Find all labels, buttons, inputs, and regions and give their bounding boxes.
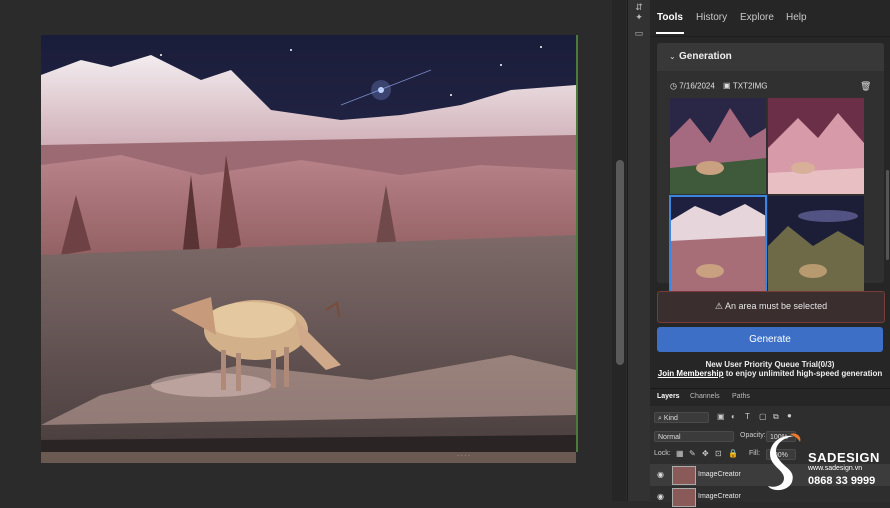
generation-title: Generation — [679, 51, 732, 62]
canvas-marker-text: · · · · — [457, 453, 470, 459]
kind-filter-value: Kind — [663, 415, 678, 422]
lock-label: Lock: — [654, 450, 671, 457]
generation-meta: ◷ 7/16/2024 ▣ TXT2IMG — [670, 81, 768, 90]
adjustment-filter-icon[interactable]: ◐ — [731, 412, 736, 421]
shape-filter-icon[interactable]: ▢ — [759, 412, 767, 421]
generation-section: ⌄ Generation ◷ 7/16/2024 ▣ TXT2IMG 🗑 — [657, 43, 884, 293]
chat-icon[interactable]: ▭ — [634, 28, 644, 38]
calendar-clock-icon: ◷ — [670, 81, 677, 91]
eye-icon[interactable]: ◉ — [657, 470, 664, 479]
panel-scrollbar[interactable] — [886, 170, 889, 260]
result-thumbnail-1[interactable] — [670, 98, 766, 194]
join-membership-link[interactable]: Join Membership — [658, 369, 724, 378]
layer-name: ImageCreator — [698, 471, 741, 478]
tab-tools[interactable]: Tools — [657, 12, 683, 23]
generation-header[interactable]: ⌄ Generation — [657, 43, 884, 71]
panel-tabs: Tools History Explore Help — [650, 0, 890, 37]
sparkle-icon[interactable]: ✦ — [634, 12, 644, 22]
canvas-bottom-bar: · · · · — [41, 452, 576, 463]
generate-button[interactable]: Generate — [657, 327, 883, 352]
selection-alert: ⚠ An area must be selected — [657, 291, 885, 323]
trash-icon[interactable]: 🗑 — [860, 81, 871, 92]
lock-position-icon[interactable]: ✥ — [702, 449, 709, 458]
artwork-image[interactable] — [41, 35, 578, 452]
result-thumbnail-4[interactable] — [768, 196, 864, 292]
lock-all-icon[interactable]: 🔒 — [728, 449, 738, 458]
watermark-site: www.sadesign.vn — [808, 465, 863, 472]
layer-thumbnail — [672, 466, 696, 485]
lock-pixels-icon[interactable]: ▦ — [676, 449, 684, 458]
side-icon-column: ⇵ ✦ ▭ — [627, 0, 650, 501]
active-tab-indicator — [656, 32, 684, 34]
tab-explore[interactable]: Explore — [740, 12, 774, 23]
tab-history[interactable]: History — [696, 12, 727, 23]
image-icon: ▣ — [723, 81, 731, 91]
smart-object-filter-icon[interactable]: ⧉ — [773, 412, 779, 422]
tab-paths[interactable]: Paths — [732, 393, 750, 400]
arrange-icon[interactable]: ⇵ — [634, 2, 644, 12]
blend-mode-select[interactable]: Normal — [654, 431, 734, 442]
pixel-filter-icon[interactable]: ▣ — [717, 412, 725, 421]
alert-text: An area must be selected — [725, 301, 828, 311]
search-icon: ⌕ — [658, 415, 662, 422]
plugin-panel: Tools History Explore Help ⌄ Generation … — [650, 0, 890, 507]
watermark-brand: SADESIGN — [808, 450, 880, 465]
warning-icon: ⚠ — [714, 301, 723, 311]
membership-note-text: to enjoy unlimited high-speed generation — [723, 369, 883, 378]
layer-thumbnail — [672, 488, 696, 507]
sadesign-watermark: SADESIGN www.sadesign.vn 0868 33 9999 — [760, 430, 890, 501]
tab-help[interactable]: Help — [786, 12, 807, 23]
membership-note: Join Membership to enjoy unlimited high-… — [650, 369, 890, 378]
type-filter-icon[interactable]: T — [745, 412, 750, 421]
canvas-scrollbar[interactable] — [616, 160, 624, 365]
sadesign-logo — [768, 433, 801, 491]
fill-label: Fill: — [749, 450, 760, 457]
document-canvas-area[interactable]: · · · · — [0, 0, 615, 501]
tab-channels[interactable]: Channels — [690, 393, 720, 400]
filter-toggle-icon[interactable]: ● — [787, 411, 792, 420]
kind-filter-select[interactable]: ⌕ Kind — [654, 412, 709, 423]
queue-trial-text: New User Priority Queue Trial(0/3) — [705, 360, 835, 369]
watermark-phone: 0868 33 9999 — [808, 475, 876, 487]
result-thumbnail-2[interactable] — [768, 98, 864, 194]
lock-paint-icon[interactable]: ✎ — [689, 449, 696, 458]
layers-panel-tabs: Layers Channels Paths — [650, 389, 890, 406]
generation-mode: TXT2IMG — [732, 81, 768, 91]
layer-filter-row: ⌕ Kind ▣ ◐ T ▢ ⧉ ● — [654, 411, 886, 425]
lock-artboard-icon[interactable]: ⊡ — [715, 449, 722, 458]
result-thumbnail-3[interactable] — [669, 195, 767, 293]
chevron-down-icon[interactable]: ⌄ — [669, 52, 676, 61]
eye-icon[interactable]: ◉ — [657, 492, 664, 501]
layer-name: ImageCreator — [698, 493, 741, 500]
tab-layers[interactable]: Layers — [657, 393, 680, 400]
generation-date: 7/16/2024 — [679, 81, 715, 91]
